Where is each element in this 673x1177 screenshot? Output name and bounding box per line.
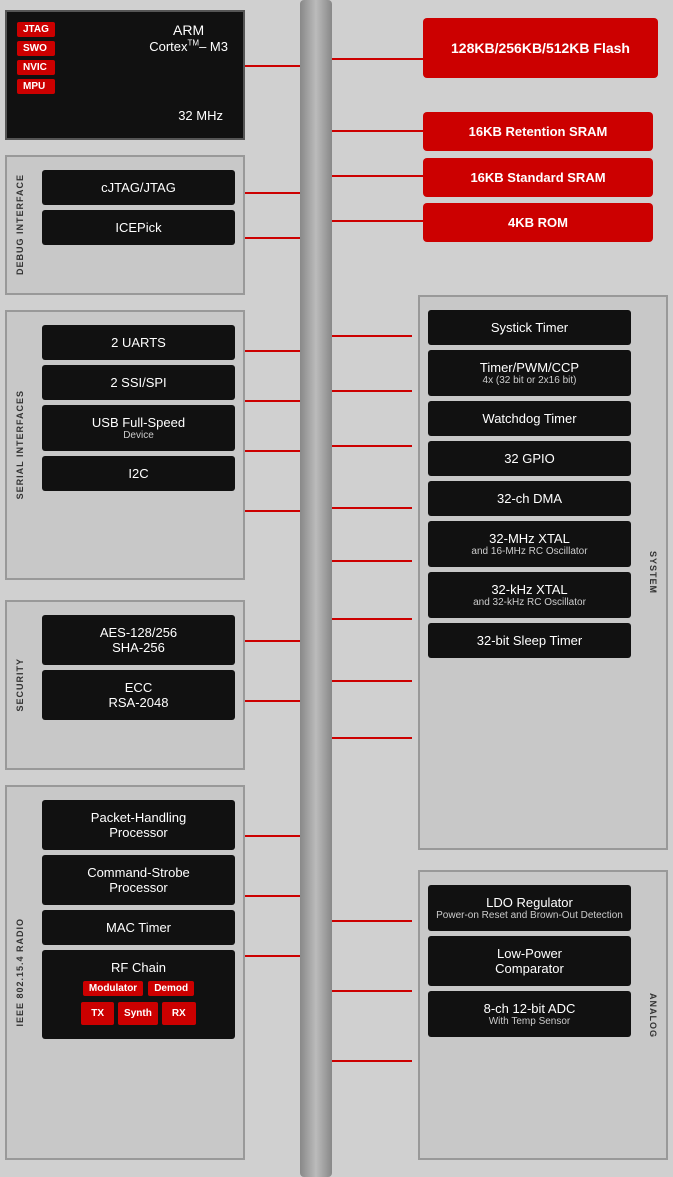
arm-title: ARM CortexTM– M3 <box>149 22 228 54</box>
rf-chain-box: RF Chain Modulator Demod TX Synth RX <box>42 950 235 1039</box>
uart-box: 2 UARTS <box>42 325 235 360</box>
flash-box: 128KB/256KB/512KB Flash <box>423 18 658 78</box>
comparator-box: Low-PowerComparator <box>428 936 631 986</box>
system-connector-5 <box>332 560 412 562</box>
debug-connector-2 <box>245 237 303 239</box>
nvic-badge: NVIC <box>17 60 55 75</box>
i2c-box: I2C <box>42 456 235 491</box>
flash-connector <box>332 58 432 60</box>
serial-connector-3 <box>245 450 303 452</box>
standard-connector <box>332 175 432 177</box>
system-connector-6 <box>332 618 412 620</box>
security-section: SECURITY AES-128/256SHA-256 ECCRSA-2048 <box>5 600 245 770</box>
security-label: SECURITY <box>15 658 25 712</box>
system-connector-3 <box>332 445 412 447</box>
security-connector-2 <box>245 700 303 702</box>
system-connector-4 <box>332 507 412 509</box>
serial-connector-1 <box>245 350 303 352</box>
debug-section: DEBUG INTERFACE cJTAG/JTAG ICEPick <box>5 155 245 295</box>
adc-box: 8-ch 12-bit ADC With Temp Sensor <box>428 991 631 1037</box>
arm-cortex-section: JTAG SWO NVIC MPU ARM CortexTM– M3 32 MH… <box>5 10 245 140</box>
system-connector-2 <box>332 390 412 392</box>
demod-badge: Demod <box>148 981 194 996</box>
system-connector-8 <box>332 737 412 739</box>
standard-sram-box: 16KB Standard SRAM <box>423 158 653 197</box>
swo-badge: SWO <box>17 41 55 56</box>
icepick-box: ICEPick <box>42 210 235 245</box>
aes-box: AES-128/256SHA-256 <box>42 615 235 665</box>
usb-box: USB Full-Speed Device <box>42 405 235 451</box>
security-connector-1 <box>245 640 303 642</box>
debug-connector-1 <box>245 192 303 194</box>
radio-label: IEEE 802.15.4 RADIO <box>15 918 25 1027</box>
radio-connector-2 <box>245 895 303 897</box>
radio-section: IEEE 802.15.4 RADIO Packet-HandlingProce… <box>5 785 245 1160</box>
system-connector-7 <box>332 680 412 682</box>
rom-connector <box>332 220 432 222</box>
sleep-timer-box: 32-bit Sleep Timer <box>428 623 631 658</box>
serial-section: SERIAL INTERFACES 2 UARTS 2 SSI/SPI USB … <box>5 310 245 580</box>
xtal-32mhz-box: 32-MHz XTAL and 16-MHz RC Oscillator <box>428 521 631 567</box>
mpu-badge: MPU <box>17 79 55 94</box>
debug-label: DEBUG INTERFACE <box>15 174 25 275</box>
arm-freq: 32 MHz <box>178 108 223 123</box>
timer-pwm-box: Timer/PWM/CCP 4x (32 bit or 2x16 bit) <box>428 350 631 396</box>
ecc-box: ECCRSA-2048 <box>42 670 235 720</box>
gpio-box: 32 GPIO <box>428 441 631 476</box>
analog-connector-2 <box>332 990 412 992</box>
serial-label: SERIAL INTERFACES <box>15 390 25 499</box>
radio-connector-3 <box>245 955 303 957</box>
modulator-badge: Modulator <box>83 981 143 996</box>
system-label: SYSTEM <box>648 551 658 594</box>
retention-sram-box: 16KB Retention SRAM <box>423 112 653 151</box>
serial-connector-2 <box>245 400 303 402</box>
retention-connector <box>332 130 432 132</box>
xtal-32khz-box: 32-kHz XTAL and 32-kHz RC Oscillator <box>428 572 631 618</box>
packet-processor-box: Packet-HandlingProcessor <box>42 800 235 850</box>
tx-badge: TX <box>81 1002 114 1025</box>
ssi-spi-box: 2 SSI/SPI <box>42 365 235 400</box>
diagram-container: JTAG SWO NVIC MPU ARM CortexTM– M3 32 MH… <box>0 0 673 1177</box>
rom-box: 4KB ROM <box>423 203 653 242</box>
jtag-badge: JTAG <box>17 22 55 37</box>
analog-label: ANALOG <box>648 993 658 1038</box>
central-spine <box>300 0 332 1177</box>
watchdog-box: Watchdog Timer <box>428 401 631 436</box>
rx-badge: RX <box>162 1002 196 1025</box>
serial-connector-4 <box>245 510 303 512</box>
mac-timer-box2: MAC Timer <box>42 910 235 945</box>
dma-box: 32-ch DMA <box>428 481 631 516</box>
command-strobe-box: Command-StrobeProcessor <box>42 855 235 905</box>
analog-connector-3 <box>332 1060 412 1062</box>
system-connector-1 <box>332 335 412 337</box>
arm-badges: JTAG SWO NVIC MPU <box>17 22 55 94</box>
system-section: SYSTEM Systick Timer Timer/PWM/CCP 4x (3… <box>418 295 668 850</box>
analog-connector-1 <box>332 920 412 922</box>
systick-box: Systick Timer <box>428 310 631 345</box>
analog-section: ANALOG LDO Regulator Power-on Reset and … <box>418 870 668 1160</box>
arm-connector <box>245 65 305 67</box>
radio-connector-1 <box>245 835 303 837</box>
ldo-box: LDO Regulator Power-on Reset and Brown-O… <box>428 885 631 931</box>
cjtag-box: cJTAG/JTAG <box>42 170 235 205</box>
synth-badge: Synth <box>118 1002 158 1025</box>
